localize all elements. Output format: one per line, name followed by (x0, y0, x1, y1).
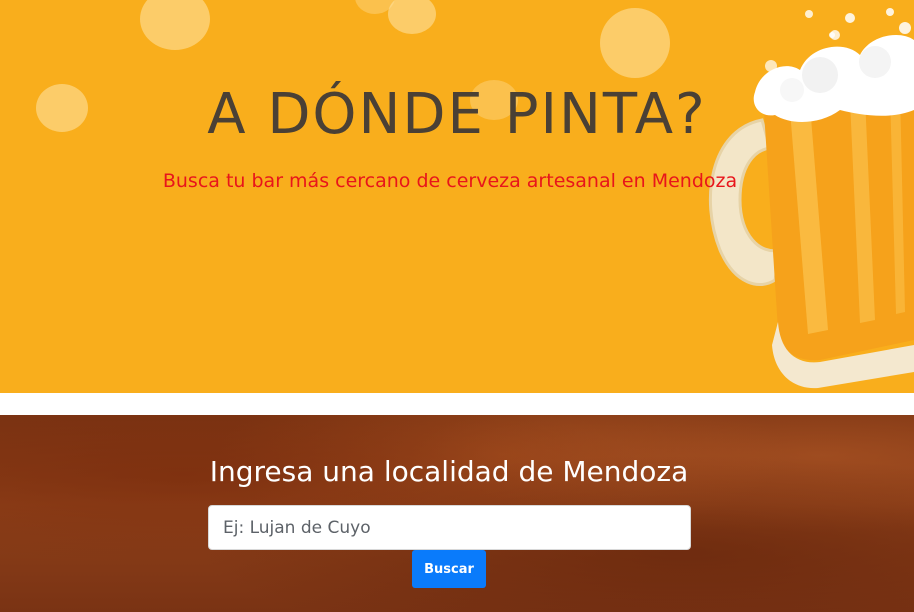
locality-search-input[interactable] (208, 505, 691, 550)
search-heading: Ingresa una localidad de Mendoza (209, 455, 689, 488)
search-section: Ingresa una localidad de Mendoza Buscar (0, 415, 914, 612)
bubble-decoration (600, 8, 670, 78)
bubble-decoration (388, 0, 436, 34)
beer-mug-icon (708, 8, 914, 389)
search-button[interactable]: Buscar (412, 550, 486, 588)
page-title: A DÓNDE PINTA? (207, 82, 707, 147)
page-subtitle: Busca tu bar más cercano de cerveza arte… (162, 170, 738, 192)
bubble-decoration (140, 0, 210, 50)
page: A DÓNDE PINTA? Busca tu bar más cercano … (0, 0, 914, 612)
hero-banner: A DÓNDE PINTA? Busca tu bar más cercano … (0, 0, 914, 393)
